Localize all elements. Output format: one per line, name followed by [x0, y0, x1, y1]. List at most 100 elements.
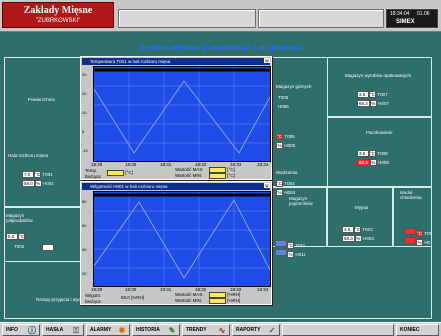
raporty-label: RAPORTY [236, 327, 261, 333]
hum-readout-h007[interactable]: 68.3% H007 [357, 100, 389, 107]
current-temp-unit: [°C] [125, 170, 133, 176]
info-button[interactable]: INFO ⓘ [2, 324, 40, 336]
y-tick: 40 [82, 247, 87, 252]
hum-readout-h003[interactable]: 68.3% H003 [342, 235, 374, 242]
close-button[interactable]: × [264, 183, 270, 189]
unit-c: °C [369, 150, 376, 157]
temperature-window[interactable]: Temperatura T001 w hali rozbioru mięsa ×… [80, 56, 272, 180]
hum-readout-h0[interactable]: % H0 [404, 237, 430, 246]
unit-h: % [369, 100, 377, 107]
hum-value: 68.3 [357, 159, 370, 166]
temp-readout-t003[interactable]: 3.5 °C T003 [342, 226, 373, 233]
temp-readout-t005[interactable]: °C T005 [276, 133, 295, 140]
alarm-icon: ✹ [118, 326, 126, 335]
temperature-series-line [93, 80, 271, 154]
y-tick: -10 [82, 148, 88, 153]
top-bar: Zakłady Mięsne "ZUBRKOWSKI" 18:34:04 01.… [0, 0, 441, 32]
hum-readout-h005[interactable]: % H005 [276, 142, 295, 149]
clock-time: 18:34:04 [390, 11, 410, 17]
trend-icon: ∿ [218, 326, 226, 335]
x-tick: 18:30 [125, 162, 137, 167]
temp-value: 3.5 [357, 91, 369, 98]
report-icon: ✓ [268, 326, 276, 335]
zone-label-gorny: Magazyn górnych [276, 84, 312, 89]
unit-c: °C [369, 91, 376, 98]
humidity-window[interactable]: Wilgotność H001 w hali rozbioru mięsa × … [80, 181, 272, 305]
y-tick: 20 [82, 271, 87, 276]
clock-panel: 18:34:04 01.06 SIMEX [386, 9, 438, 28]
raporty-button[interactable]: RAPORTY ✓ [232, 324, 280, 336]
temp-readout-t007[interactable]: 3.5 °C T007 [357, 91, 388, 98]
window-titlebar[interactable]: Temperatura T001 w hali rozbioru mięsa [82, 58, 270, 65]
sensor-id: H0 [424, 240, 431, 245]
key-icon: ⚿ [72, 326, 80, 335]
temp-value: 3.5 [357, 150, 369, 157]
unit-c: °C [287, 242, 294, 249]
alarmy-label: ALARMY [90, 327, 112, 333]
trendy-button[interactable]: TRENDY ∿ [182, 324, 230, 336]
hum-value: 68.3 [357, 100, 370, 107]
close-button[interactable]: × [264, 58, 270, 64]
sensor-id: T001 [42, 172, 53, 177]
y-tick: 30 [82, 72, 87, 77]
status-panel-2 [258, 9, 384, 28]
unit-h: % [287, 251, 294, 258]
x-tick: 18:29 [91, 162, 103, 167]
humidity-plot [93, 191, 271, 287]
alarmy-button[interactable]: ALARMY ✹ [86, 324, 130, 336]
x-tick: 18:29 [91, 287, 103, 292]
current-hum-display: 58.0 [%RH] [121, 295, 144, 301]
sensor-id: H003 [363, 236, 374, 241]
company-logo: Zakłady Mięsne "ZUBRKOWSKI" [2, 2, 114, 28]
temp-readout-t011[interactable]: °C T011 [275, 240, 305, 249]
current-temp-display: [°C] [107, 170, 133, 176]
hum-readout-h011[interactable]: % H011 [275, 249, 306, 258]
hum-value: 58.0 [22, 180, 35, 187]
temp-readout-t002[interactable]: 5.0 °C [6, 233, 25, 240]
koniec-button[interactable]: KONIEC [396, 324, 439, 336]
zone-label-wedz: Wędzarnia [276, 170, 298, 175]
temp-readout-t001[interactable]: 7.0 °C T001 [22, 171, 53, 178]
current-temp-label: Temp. bieżąca: [85, 168, 102, 179]
hasla-button[interactable]: HASŁA ⚿ [42, 324, 84, 336]
info-icon: ⓘ [28, 326, 36, 335]
current-hum-label: Wilgotn. bieżąca: [85, 293, 102, 304]
sensor-id: T007 [377, 92, 388, 97]
y-axis: 80 60 40 20 [82, 191, 93, 287]
status-panel-1 [118, 9, 256, 28]
zone-label-rozbior: Hala rozbioru mięsa [8, 153, 49, 158]
hum-readout-h001[interactable]: 58.0% H001 [22, 180, 54, 187]
zone-label-myjnia: Myjnia [355, 205, 369, 210]
temp-readout-t008[interactable]: 3.5 °C T008 [357, 150, 388, 157]
x-tick: 18:34 [257, 162, 269, 167]
zone-outline-opakowan [327, 57, 432, 117]
unit-h: % [354, 235, 362, 242]
hum-readout-h002[interactable] [42, 244, 54, 253]
y-tick: 20 [82, 91, 87, 96]
min-label: Wartość MIN: [175, 298, 203, 303]
historia-button[interactable]: HISTORIA ✎ [132, 324, 180, 336]
hum-readout-h004[interactable]: % H004 [276, 189, 295, 196]
sensor-id: H011 [295, 252, 306, 257]
hum-readout-h008[interactable]: 68.3% H008 [357, 159, 389, 166]
sensor-id-t002: T002 [14, 244, 25, 249]
humidity-plot-svg [93, 192, 271, 286]
window-titlebar[interactable]: Wilgotność H001 w hali rozbioru mięsa [82, 183, 270, 190]
info-label: INFO [6, 327, 18, 333]
y-tick: 80 [82, 199, 87, 204]
x-tick: 18:31 [160, 287, 172, 292]
unit-c: °C [354, 226, 361, 233]
hasla-label: HASŁA [46, 327, 64, 333]
temp-readout-t00[interactable]: °C T00 [404, 228, 432, 237]
trendy-label: TRENDY [186, 327, 207, 333]
zone-label-pojemn: Magazyn pojemników [289, 196, 313, 206]
min-unit: [%RH] [227, 298, 241, 304]
temp-readout-t004[interactable]: °C T004 [276, 180, 295, 187]
sensor-id: T00 [424, 231, 433, 236]
unit-c: °C [276, 133, 283, 140]
unit-c: °C [276, 180, 283, 187]
current-hum-unit: [%RH] [131, 295, 145, 300]
sensor-id: T011 [295, 243, 306, 248]
sensor-id-h006: H006 [278, 104, 289, 109]
sensor-id: T003 [362, 227, 373, 232]
